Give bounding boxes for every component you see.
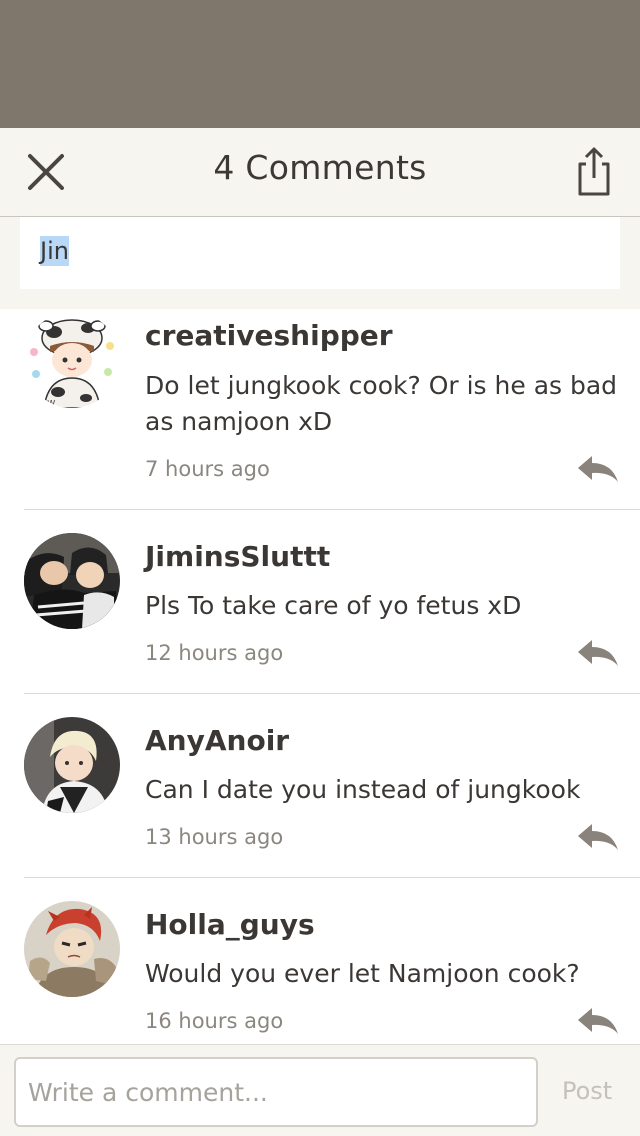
page-title: 4 Comments [213, 148, 427, 187]
comment-text: Would you ever let Namjoon cook? [145, 959, 580, 988]
divider [24, 509, 640, 510]
comment-username[interactable]: Holla_guys [145, 908, 315, 941]
avatar[interactable] [24, 901, 120, 997]
reply-button[interactable] [576, 638, 620, 668]
comment-username[interactable]: AnyAnoir [145, 724, 289, 757]
comment-composer: Post [0, 1044, 640, 1136]
divider [24, 877, 640, 878]
reply-icon [578, 456, 618, 482]
dimmed-backdrop[interactable] [0, 0, 640, 128]
comment-text: Do let jungkook cook? Or is he as bad as… [145, 371, 618, 436]
quoted-text-area: Jin [0, 217, 640, 309]
avatar[interactable] [24, 717, 120, 813]
selected-quote-text[interactable]: Jin [40, 236, 69, 266]
reply-icon [578, 640, 618, 666]
quoted-text-box[interactable]: Jin [20, 217, 620, 289]
close-icon [28, 154, 64, 190]
post-button[interactable]: Post [562, 1077, 612, 1105]
comment-timestamp: 13 hours ago [145, 825, 284, 849]
share-button[interactable] [574, 146, 614, 198]
comment-text: Can I date you instead of jungkook [145, 775, 581, 804]
reply-button[interactable] [576, 1006, 620, 1036]
avatar[interactable]: BW [24, 312, 120, 408]
avatar[interactable] [24, 533, 120, 629]
comment-timestamp: 7 hours ago [145, 457, 270, 481]
comments-header: 4 Comments [0, 128, 640, 217]
comment-username[interactable]: creativeshipper [145, 319, 393, 352]
reply-icon [578, 1008, 618, 1034]
comment-timestamp: 16 hours ago [145, 1009, 284, 1033]
share-icon [578, 147, 610, 196]
reply-button[interactable] [576, 454, 620, 484]
comments-list[interactable]: BW creativeshipper Do let jungkook cook?… [0, 309, 640, 1044]
reply-button[interactable] [576, 822, 620, 852]
comment-input[interactable] [14, 1057, 538, 1127]
comment-username[interactable]: JiminsSluttt [145, 540, 330, 573]
svg-text:BW: BW [42, 399, 55, 408]
close-button[interactable] [24, 150, 68, 194]
comment-text: Pls To take care of yo fetus xD [145, 591, 522, 620]
divider [24, 693, 640, 694]
reply-icon [578, 824, 618, 850]
comment-timestamp: 12 hours ago [145, 641, 284, 665]
